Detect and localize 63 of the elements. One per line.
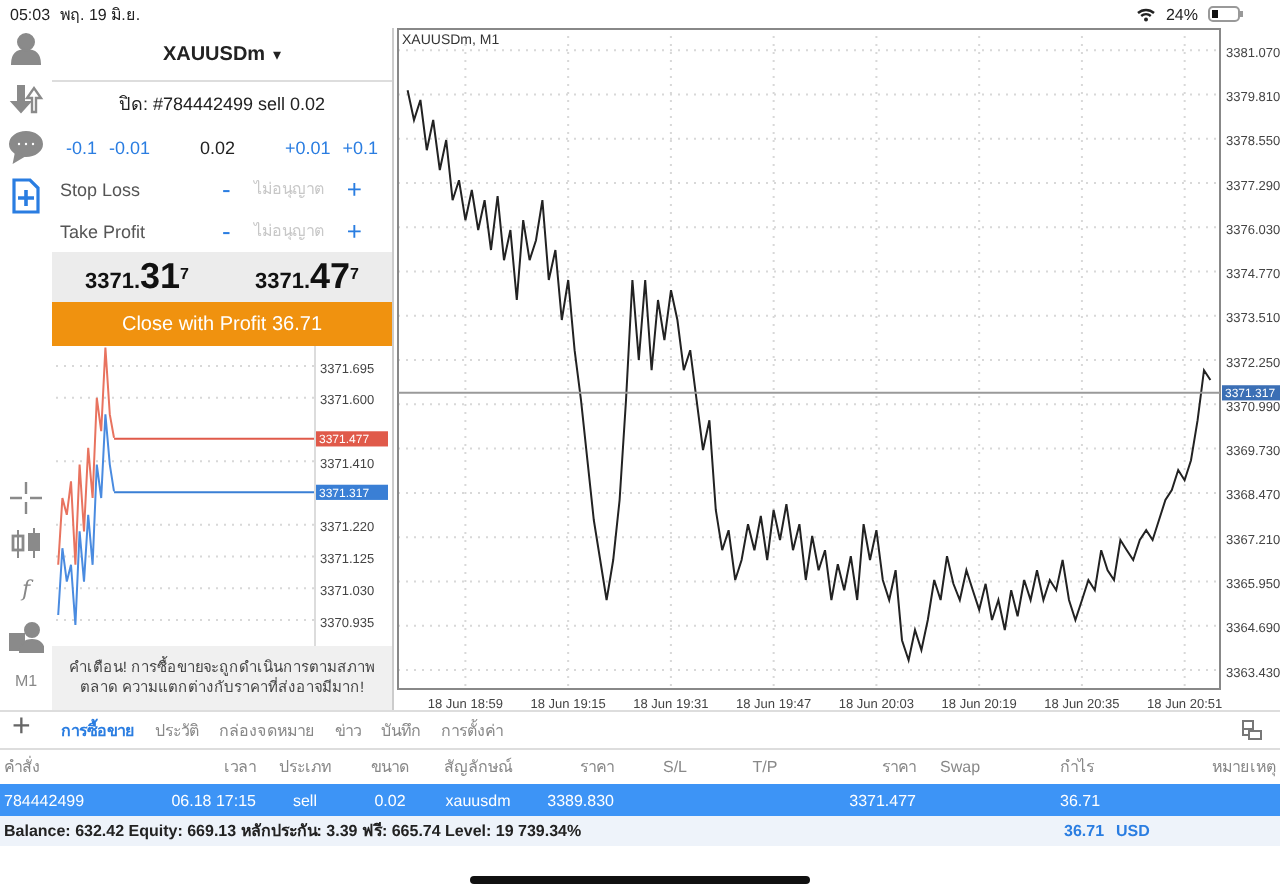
- table-cell-text: 3371.477: [847, 791, 918, 809]
- tab[interactable]: การตั้งค่า: [430, 717, 513, 743]
- battery-percent: 24%: [1165, 5, 1198, 23]
- close-button[interactable]: Close with Profit 36.71: [52, 302, 392, 346]
- minus-button[interactable]: -: [216, 174, 237, 204]
- column-header[interactable]: T/P: [720, 758, 810, 776]
- table-row[interactable]: 784442499 06.18 17:15 sell 0.02 xauusdm 3389.830 3371.477 36.71: [0, 784, 1280, 816]
- column-header[interactable]: สัญลักษณ์: [430, 754, 526, 780]
- column-header[interactable]: คำสั่ง: [0, 754, 120, 780]
- level-label: Stop Loss: [60, 179, 143, 199]
- person-icon[interactable]: [8, 30, 44, 66]
- column-header[interactable]: กำไร: [1020, 754, 1160, 780]
- table-cell-text: 0.02: [372, 791, 408, 809]
- tab[interactable]: ข่าว: [324, 717, 371, 743]
- tab[interactable]: การซื้อขาย: [50, 717, 145, 743]
- crosshair-icon[interactable]: [8, 480, 44, 516]
- column-header[interactable]: Swap: [920, 758, 1020, 776]
- minus-button[interactable]: -: [216, 216, 237, 246]
- arrows-icon[interactable]: [8, 79, 44, 115]
- column-header[interactable]: ขนาด: [350, 754, 430, 780]
- column-header[interactable]: หมายเหตุ: [1160, 754, 1280, 780]
- table-cell-text: 36.71: [1058, 791, 1103, 809]
- symbol-title[interactable]: XAUUSDm: [162, 43, 266, 65]
- clock-time: 05:03: [10, 5, 51, 23]
- chat-icon[interactable]: [8, 128, 44, 164]
- table-cell-text: xauusdm: [443, 791, 513, 809]
- tool-button[interactable]: M1: [14, 664, 38, 700]
- table-cell-text: 784442499: [2, 791, 87, 809]
- column-header[interactable]: S/L: [630, 758, 720, 776]
- column-header[interactable]: ราคา: [810, 754, 920, 780]
- document-plus-icon[interactable]: [8, 177, 44, 213]
- account-summary: Balance: 632.42 Equity: 669.13 หลักประกัน: 3.39 ฟรี: 665.74 Level: 19 739.34%: [4, 820, 584, 844]
- tool-button[interactable]: f: [21, 572, 31, 608]
- candlestick-icon[interactable]: [8, 526, 44, 562]
- plus-button[interactable]: +: [340, 216, 368, 246]
- layout-icon[interactable]: [1240, 718, 1264, 742]
- column-header[interactable]: ประเภท: [260, 754, 350, 780]
- wifi-icon: [1135, 6, 1156, 22]
- volume-step-button[interactable]: -0.01: [103, 137, 157, 157]
- shapes-icon[interactable]: [8, 618, 44, 654]
- column-header[interactable]: ราคา: [526, 754, 630, 780]
- volume-step-button[interactable]: +0.01: [278, 137, 337, 157]
- caret-icon[interactable]: ▾: [273, 45, 282, 63]
- battery-icon: [1208, 6, 1244, 22]
- position-text: ปิด: #784442499 sell 0.02: [118, 92, 326, 118]
- ask-price: 3371.47$^{7}$: [254, 256, 359, 298]
- volume-value[interactable]: 0.02: [156, 137, 279, 157]
- table-cell-text: 3389.830: [545, 791, 616, 809]
- volume-step-button[interactable]: +0.1: [336, 137, 384, 157]
- tab[interactable]: ประวัติ: [144, 717, 209, 743]
- volume-step-button[interactable]: -0.1: [60, 137, 104, 157]
- currency-label: USD: [1116, 822, 1150, 840]
- level-label: Take Profit: [60, 221, 148, 241]
- tab[interactable]: บันทึก: [370, 717, 431, 743]
- tab[interactable]: กล่องจดหมาย: [208, 717, 325, 743]
- column-header[interactable]: เวลา: [120, 754, 260, 780]
- plus-button[interactable]: +: [340, 174, 368, 204]
- table-cell-text: 06.18 17:15: [169, 791, 258, 809]
- date-text: พฤ. 19 มิ.ย.: [60, 3, 141, 27]
- bid-price: 3371.31$^{7}$: [84, 256, 189, 298]
- total-profit: 36.71: [1064, 822, 1105, 840]
- table-cell-text: sell: [290, 791, 319, 809]
- add-button[interactable]: +: [8, 710, 51, 750]
